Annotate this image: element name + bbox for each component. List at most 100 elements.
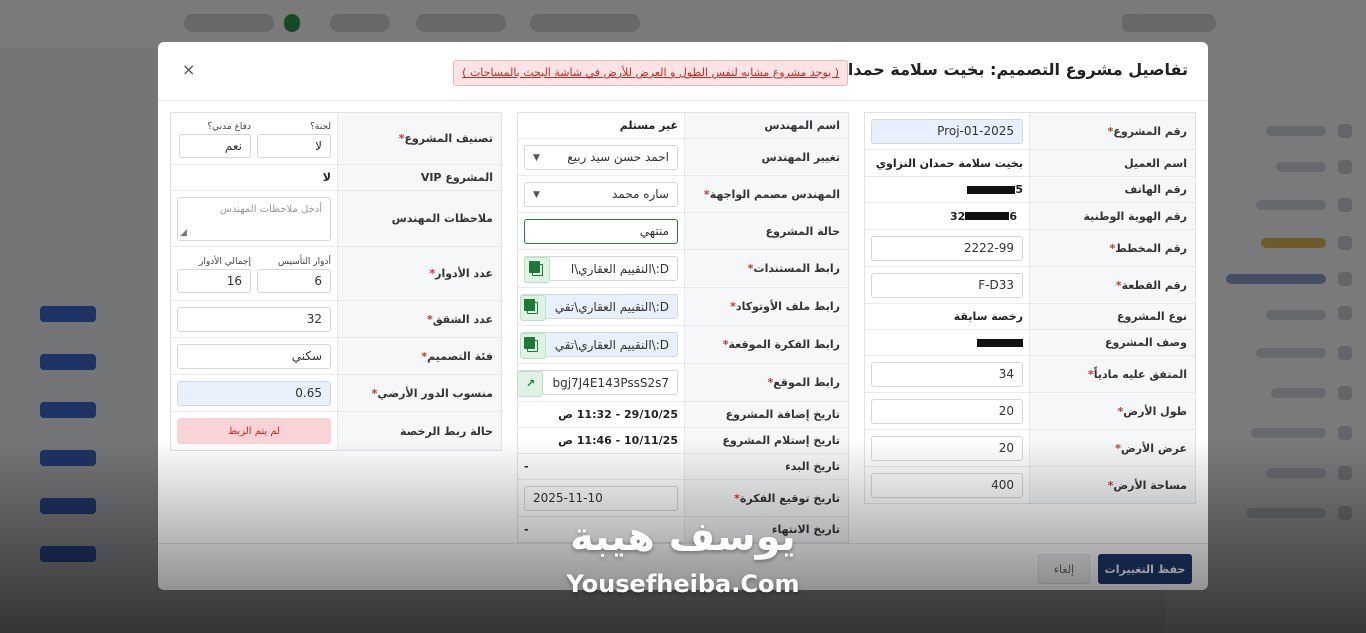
plot-no-label: رقم القطعة *: [1029, 267, 1195, 303]
required-mark: *: [722, 338, 729, 351]
required-mark: *: [1087, 367, 1094, 381]
engineer-name-label: اسم المهندس: [684, 113, 848, 138]
row-change-engineer: تغيير المهندس احمد حسن سيد ربيع ▼: [518, 139, 848, 176]
similar-project-warning-link[interactable]: ( يوجد مشروع مشابه لنفس الطول و العرض لل…: [453, 60, 848, 86]
copy-idea-link-button[interactable]: [519, 332, 546, 359]
required-mark: *: [1117, 404, 1124, 418]
land-area-label: مساحة الأرض *: [1029, 467, 1195, 503]
required-mark: *: [703, 187, 710, 201]
docs-link-cell: D:\النقييم العقاري\ا: [518, 250, 684, 287]
close-icon[interactable]: ×: [182, 60, 195, 79]
project-desc-value: [865, 330, 1029, 355]
row-start-date: تاريخ البدء -: [518, 454, 848, 480]
row-land-width: عرض الأرض * 20: [865, 430, 1195, 467]
project-type-label: نوع المشروع: [1029, 304, 1195, 329]
design-category-input[interactable]: سكني: [177, 343, 331, 369]
plan-no-input[interactable]: 2222-99: [871, 235, 1023, 261]
apartments-input[interactable]: 32: [177, 306, 331, 332]
save-changes-button[interactable]: حفظ التغييرات: [1098, 554, 1192, 584]
ground-ratio-label: منسوب الدور الأرضي *: [337, 375, 501, 411]
row-added-date: تاريخ إضافة المشروع 29/10/25 - 11:32 ص: [518, 402, 848, 428]
added-date-label: تاريخ إضافة المشروع: [684, 402, 848, 427]
national-id-end: 6: [1009, 209, 1017, 223]
row-client-name: اسم العميل بخيت سلامة حمدان النزاوي: [865, 150, 1195, 177]
idea-sign-date-cell: 2025-11-10: [518, 480, 684, 516]
copy-autocad-link-button[interactable]: [519, 294, 546, 321]
selected-value: احمد حسن سيد ربيع: [567, 150, 669, 164]
land-width-input[interactable]: 20: [871, 435, 1023, 461]
committee-select[interactable]: لا: [257, 133, 331, 158]
change-engineer-label: تغيير المهندس: [684, 139, 848, 175]
change-engineer-select[interactable]: احمد حسن سيد ربيع ▼: [524, 144, 678, 170]
selected-value: ساره محمد: [611, 187, 669, 201]
project-status-input[interactable]: منتهي: [524, 218, 678, 244]
row-land-area: مساحة الأرض * 400: [865, 467, 1195, 503]
license-status-label: حالة ربط الرخصة: [337, 412, 501, 450]
plot-no-cell: F-D33: [865, 267, 1029, 303]
total-floors-input[interactable]: 16: [177, 268, 251, 293]
autocad-link-cell: D:\النقييم العقاري\تقي: [514, 288, 684, 325]
external-link-icon: ↗: [525, 377, 536, 390]
land-area-input[interactable]: 400: [871, 472, 1023, 498]
facade-engineer-label: المهندس مصمم الواجهة *: [684, 176, 848, 212]
received-date-label: تاريخ إستلام المشروع: [684, 428, 848, 453]
phone-label: رقم الهاتف: [1029, 177, 1195, 202]
committee-label: لجنة؟: [310, 121, 331, 132]
row-autocad-link: رابط ملف الأوتوكاد * D:\النقييم العقاري\ت…: [518, 288, 848, 326]
engineer-notes-textarea[interactable]: أدخل ملاحظات المهندس ◢: [177, 196, 331, 241]
end-date-label: تاريخ الانتهاء: [684, 517, 848, 542]
phone-value: 5: [865, 177, 1029, 202]
label-text: رابط المستندات: [753, 262, 840, 275]
required-mark: *: [1107, 478, 1114, 492]
engineer-notes-cell: أدخل ملاحظات المهندس ◢: [171, 191, 337, 246]
floors-label: عدد الأدوار *: [337, 247, 501, 300]
row-project-desc: وصف المشروع: [865, 330, 1195, 356]
design-info-column: تصنيف المشروع * لجنة؟ لا دفاع مدني؟ نعم ا…: [170, 112, 502, 451]
idea-sign-date-input[interactable]: 2025-11-10: [524, 485, 678, 511]
required-mark: *: [429, 267, 436, 280]
modal-header: تفاصيل مشروع التصميم: بخيت سلامة حمدان ا…: [158, 42, 1208, 101]
land-length-input[interactable]: 20: [871, 398, 1023, 424]
row-end-date: تاريخ الانتهاء -: [518, 517, 848, 542]
project-no-input[interactable]: Proj-01-2025: [871, 118, 1023, 144]
autocad-link-label: رابط ملف الأوتوكاد *: [684, 288, 848, 325]
national-id-label: رقم الهوية الوطنية: [1029, 203, 1195, 229]
ground-ratio-input[interactable]: 0.65: [177, 380, 331, 406]
required-mark: *: [1107, 124, 1114, 138]
engineer-notes-label: ملاحظات المهندس: [337, 191, 501, 246]
foundation-floors-input[interactable]: 6: [257, 268, 331, 293]
label-text: رابط الموقع: [773, 376, 840, 389]
redaction-mark: [967, 185, 1016, 194]
open-site-link-button[interactable]: ↗: [517, 370, 544, 397]
redaction-mark: [965, 212, 1010, 220]
civil-defense-select[interactable]: نعم: [179, 133, 251, 158]
row-project-type: نوع المشروع رخصة سابقة: [865, 304, 1195, 330]
label-text: رابط الفكرة الموقعة: [728, 338, 840, 351]
label-text: رابط ملف الأوتوكاد: [735, 300, 840, 313]
project-status-label: حالة المشروع: [684, 213, 848, 249]
land-width-label: عرض الأرض *: [1029, 430, 1195, 466]
project-no-label: رقم المشروع *: [1029, 113, 1195, 149]
agreed-amount-input[interactable]: 34: [871, 361, 1023, 387]
committee-field: لجنة؟ لا: [257, 120, 331, 158]
cancel-button[interactable]: إلغاء: [1038, 554, 1090, 584]
redaction-mark: [977, 338, 1023, 347]
copy-docs-link-button[interactable]: [524, 256, 550, 283]
vip-value: لا: [322, 171, 331, 184]
row-classification: تصنيف المشروع * لجنة؟ لا دفاع مدني؟ نعم: [171, 113, 501, 165]
row-land-length: طول الأرض * 20: [865, 393, 1195, 430]
total-floors-label: إجمالي الأدوار: [199, 256, 251, 267]
project-type-value: رخصة سابقة: [953, 310, 1023, 323]
total-floors-field: إجمالي الأدوار 16: [177, 255, 251, 293]
caret-down-icon: ▼: [533, 189, 540, 200]
plot-no-input[interactable]: F-D33: [871, 272, 1023, 298]
required-mark: *: [1115, 441, 1121, 455]
row-idea-sign-date: تاريخ توقيع الفكرة * 2025-11-10: [518, 480, 848, 517]
vip-label: المشروع VIP: [337, 165, 501, 190]
resize-handle-icon[interactable]: ◢: [180, 228, 187, 238]
required-mark: *: [421, 349, 428, 363]
required-mark: *: [1109, 241, 1116, 255]
facade-engineer-select[interactable]: ساره محمد ▼: [524, 181, 678, 207]
project-no-cell: Proj-01-2025: [865, 113, 1029, 149]
national-id-value: 32 6: [865, 203, 1029, 229]
